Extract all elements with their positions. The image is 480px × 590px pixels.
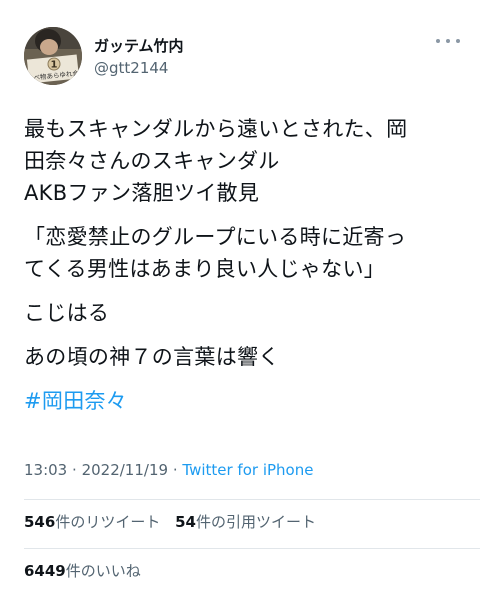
retweets-label: 件のリツイート bbox=[55, 513, 161, 531]
tweet-line: 田奈々さんのスキャンダル bbox=[24, 149, 280, 173]
tweet-time[interactable]: 13:03 bbox=[24, 461, 67, 479]
tweet-text: 最もスキャンダルから遠いとされた、岡 田奈々さんのスキャンダル AKBファン落胆… bbox=[24, 113, 464, 429]
retweets-stat[interactable]: 546件のリツイート bbox=[24, 513, 160, 531]
divider bbox=[24, 499, 480, 500]
hashtag-link[interactable]: #岡田奈々 bbox=[24, 385, 464, 417]
more-options-icon[interactable] bbox=[436, 37, 460, 45]
tweet-meta: 13:03 · 2022/11/19 · Twitter for iPhone bbox=[24, 460, 313, 480]
tweet-paragraph: あの頃の神７の言葉は響く bbox=[24, 341, 464, 373]
tweet-paragraph: 「恋愛禁止のグループにいる時に近寄っ てくる男性はあまり良い人じゃない」 bbox=[24, 221, 464, 285]
tweet-header: 1 たべ物あらゆれ会 ガッテム竹内 @gtt2144 bbox=[24, 27, 464, 87]
divider bbox=[24, 548, 480, 549]
avatar[interactable]: 1 たべ物あらゆれ会 bbox=[24, 27, 82, 85]
retweet-stats: 546件のリツイート 54件の引用ツイート bbox=[24, 512, 326, 532]
author-names: ガッテム竹内 @gtt2144 bbox=[94, 36, 184, 78]
retweets-count: 546 bbox=[24, 513, 56, 531]
quotes-label: 件の引用ツイート bbox=[195, 513, 316, 531]
meta-separator: · bbox=[172, 461, 178, 479]
tweet-source[interactable]: Twitter for iPhone bbox=[182, 461, 313, 479]
tweet-line: 「恋愛禁止のグループにいる時に近寄っ bbox=[24, 225, 407, 249]
tweet: 1 たべ物あらゆれ会 ガッテム竹内 @gtt2144 最もスキャンダルから遠いと… bbox=[0, 0, 480, 590]
like-stats: 6449件のいいね bbox=[24, 561, 151, 581]
tweet-line: 最もスキャンダルから遠いとされた、岡 bbox=[24, 117, 408, 141]
tweet-paragraph: こじはる bbox=[24, 297, 464, 329]
tweet-line: AKBファン落胆ツイ散見 bbox=[24, 181, 260, 205]
likes-label: 件のいいね bbox=[65, 562, 141, 580]
tweet-paragraph: #岡田奈々 bbox=[24, 385, 464, 417]
quotes-count: 54 bbox=[175, 513, 196, 531]
likes-count: 6449 bbox=[24, 562, 66, 580]
tweet-line: てくる男性はあまり良い人じゃない」 bbox=[24, 257, 386, 281]
author-handle[interactable]: @gtt2144 bbox=[94, 58, 184, 78]
meta-separator: · bbox=[72, 461, 77, 479]
tweet-date[interactable]: 2022/11/19 bbox=[82, 461, 168, 479]
tweet-line: こじはる bbox=[24, 301, 110, 325]
tweet-paragraph: 最もスキャンダルから遠いとされた、岡 田奈々さんのスキャンダル AKBファン落胆… bbox=[24, 113, 464, 209]
author-display-name[interactable]: ガッテム竹内 bbox=[94, 36, 184, 56]
avatar-badge: 1 bbox=[51, 60, 58, 71]
quotes-stat[interactable]: 54件の引用ツイート bbox=[175, 513, 316, 531]
tweet-line: あの頃の神７の言葉は響く bbox=[24, 345, 280, 369]
likes-stat[interactable]: 6449件のいいね bbox=[24, 562, 141, 580]
